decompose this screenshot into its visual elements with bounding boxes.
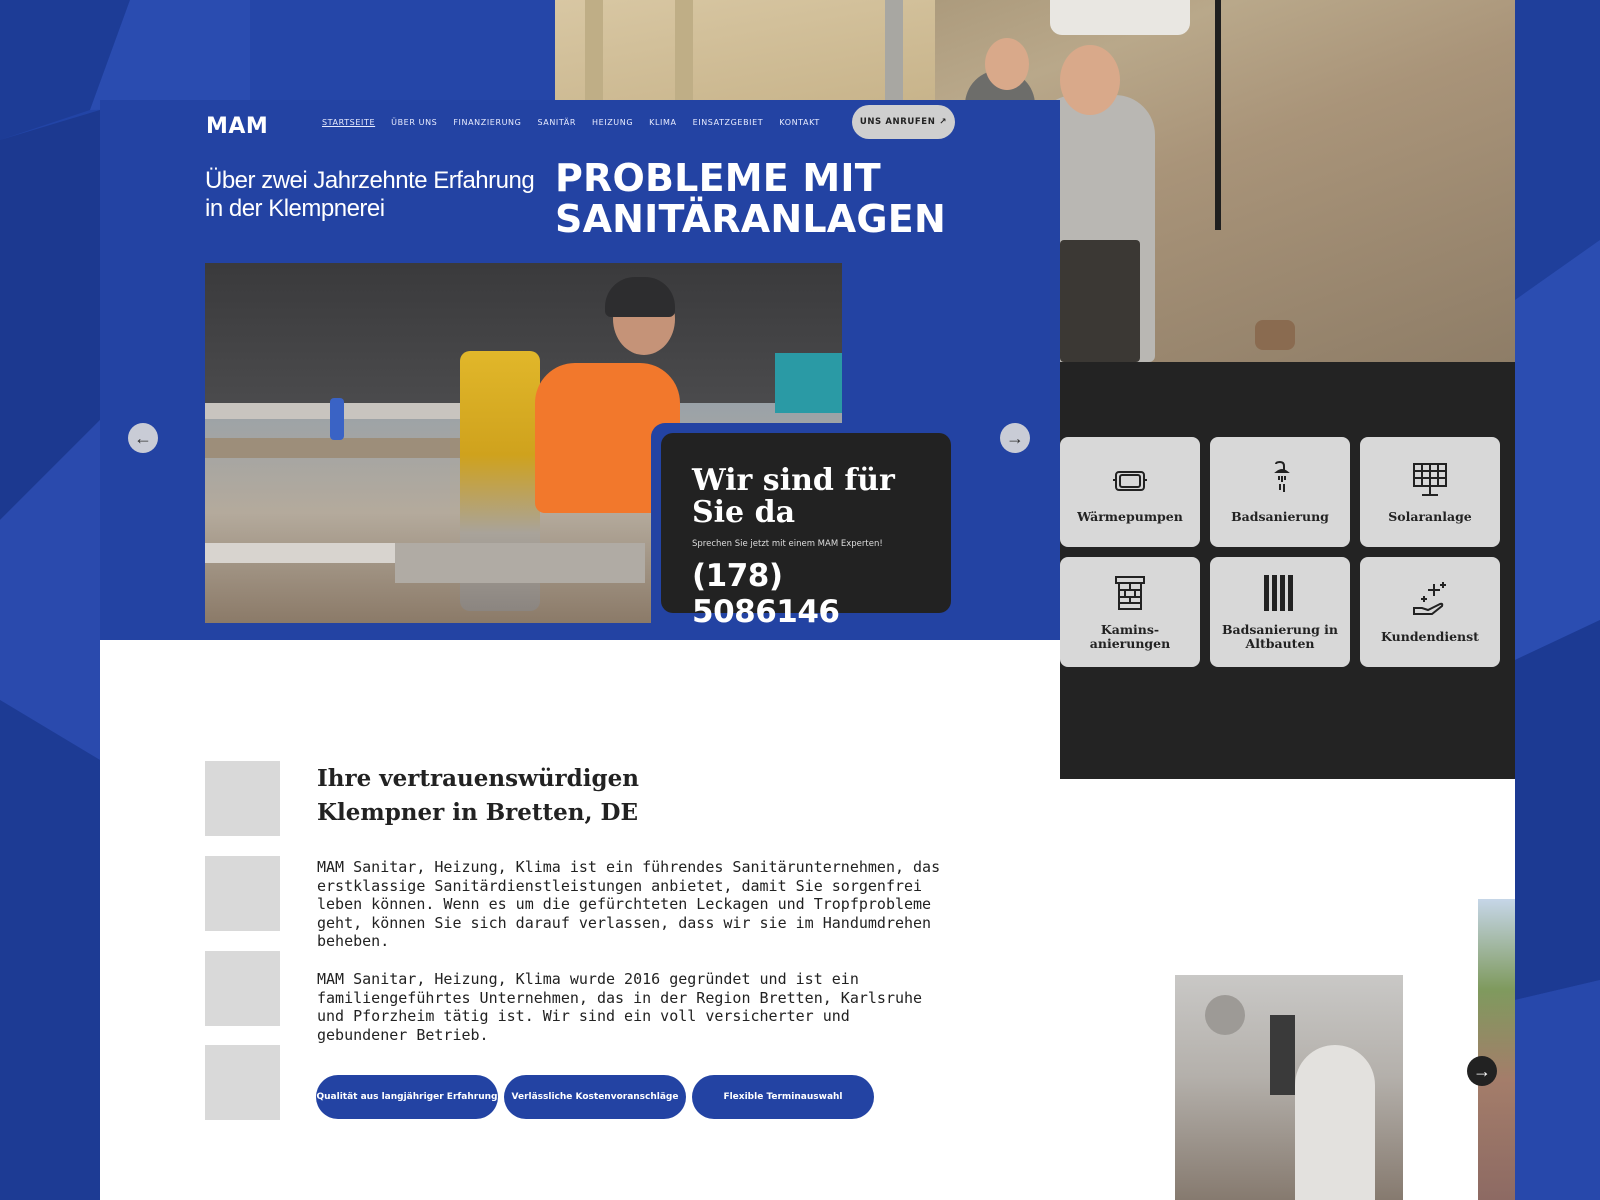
service-label: Badsanierung [1231, 509, 1329, 525]
about-paragraph-1: MAM Sanitar, Heizung, Klima ist ein führ… [317, 858, 941, 950]
website-mockup: MAM STARTSEITE ÜBER UNS FINANZIERUNG SAN… [100, 100, 1060, 1200]
services-grid: Wärmepumpen Badsanierung Solaranlage Kam… [1060, 437, 1500, 667]
contact-card-inner: Wir sind für Sie da Sprechen Sie jetzt m… [661, 433, 951, 630]
service-card-old-building[interactable]: Badsanierung in Altbauten [1210, 557, 1350, 667]
nav-kontakt[interactable]: KONTAKT [779, 118, 820, 127]
hero-prev-button[interactable]: ← [128, 423, 158, 453]
contact-subtitle: Sprechen Sie jetzt mit einem MAM Experte… [692, 539, 883, 549]
service-card-solar[interactable]: Solaranlage [1360, 437, 1500, 547]
call-button[interactable]: UNS ANRUFEN ↗ [852, 105, 955, 139]
service-label: Badsanierung in Altbauten [1221, 622, 1339, 651]
nav-sanitaer[interactable]: SANITÄR [537, 118, 576, 127]
logo[interactable]: MAM [206, 114, 268, 139]
arrow-up-right-icon: ↗ [939, 117, 948, 127]
about-title: Ihre vertrauenswürdigen Klempner in Bret… [317, 765, 639, 826]
service-card-bathroom[interactable]: Badsanierung [1210, 437, 1350, 547]
service-label: Kamins-anierungen [1089, 622, 1171, 651]
nav-klima[interactable]: KLIMA [649, 118, 676, 127]
shower-icon [1274, 461, 1290, 493]
feature-image-placeholder [205, 1045, 280, 1120]
about-section: Ihre vertrauenswürdigen Klempner in Bret… [100, 640, 1060, 1200]
gallery-image [1478, 899, 1515, 1200]
service-card-chimney[interactable]: Kamins-anierungen [1060, 557, 1200, 667]
phone-number[interactable]: (178) 5086146 [692, 558, 921, 630]
contact-title: Wir sind für Sie da [692, 463, 895, 530]
nav-startseite[interactable]: STARTSEITE [322, 118, 375, 127]
nav-heizung[interactable]: HEIZUNG [592, 118, 633, 127]
gallery-image [1175, 975, 1403, 1200]
feature-image-placeholder [205, 856, 280, 931]
feature-image-placeholder [205, 951, 280, 1026]
hero-headline: PROBLEME MIT SANITÄRANLAGEN [555, 156, 946, 241]
chimney-icon [1115, 576, 1145, 611]
gallery-next-button[interactable]: → [1467, 1056, 1497, 1086]
service-card-customer-service[interactable]: Kundendienst [1360, 557, 1500, 667]
arrow-left-icon: ← [134, 428, 152, 448]
call-button-label: UNS ANRUFEN [859, 117, 936, 127]
nav-einsatzgebiet[interactable]: EINSATZGEBIET [693, 118, 764, 127]
service-label: Kundendienst [1381, 629, 1479, 645]
hero-tagline: Über zwei Jahrzehnte Erfahrung in der Kl… [205, 167, 535, 222]
pipes-icon [1264, 575, 1293, 612]
solar-panel-icon [1413, 463, 1447, 497]
nav-ueber-uns[interactable]: ÜBER UNS [391, 118, 437, 127]
pill-estimates[interactable]: Verlässliche Kostenvoranschläge [504, 1075, 686, 1119]
contact-card: Wir sind für Sie da Sprechen Sie jetzt m… [651, 423, 961, 630]
service-label: Wärmepumpen [1077, 509, 1183, 525]
service-label: Solaranlage [1388, 509, 1472, 525]
service-hand-icon [1413, 582, 1446, 616]
heat-pump-icon [1113, 471, 1147, 492]
about-paragraph-2: MAM Sanitar, Heizung, Klima wurde 2016 g… [317, 970, 923, 1044]
service-card-heat-pump[interactable]: Wärmepumpen [1060, 437, 1200, 547]
pill-quality[interactable]: Qualität aus langjähriger Erfahrung [316, 1075, 498, 1119]
feature-image-placeholder [205, 761, 280, 836]
nav-finanzierung[interactable]: FINANZIERUNG [453, 118, 521, 127]
hero-next-button[interactable]: → [1000, 423, 1030, 453]
arrow-right-icon: → [1473, 1060, 1491, 1081]
pill-flexible-dates[interactable]: Flexible Terminauswahl [692, 1075, 874, 1119]
feature-pills: Qualität aus langjähriger Erfahrung Verl… [316, 1075, 874, 1119]
hero-section: MAM STARTSEITE ÜBER UNS FINANZIERUNG SAN… [100, 100, 1060, 640]
arrow-right-icon: → [1006, 428, 1024, 448]
main-nav: STARTSEITE ÜBER UNS FINANZIERUNG SANITÄR… [322, 118, 820, 127]
